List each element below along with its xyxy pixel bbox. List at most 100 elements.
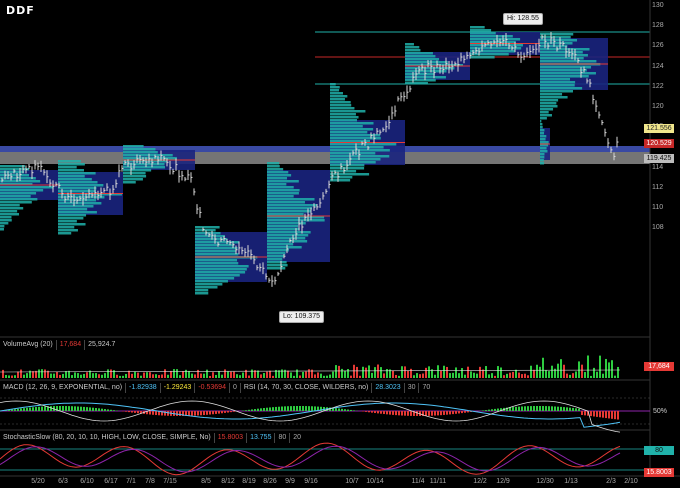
macd-histogram-bar: [365, 411, 367, 412]
profile-row: [540, 72, 596, 75]
profile-row: [540, 120, 542, 123]
profile-row: [540, 138, 546, 141]
macd-histogram-bar: [533, 406, 535, 411]
macd-histogram-bar: [14, 409, 16, 411]
profile-row: [540, 156, 545, 159]
macd-histogram-bar: [23, 408, 25, 411]
volume-bar: [107, 369, 109, 378]
profile-row: [540, 93, 563, 96]
profile-row: [330, 98, 345, 101]
profile-row: [540, 129, 545, 132]
macd-histogram-bar: [104, 409, 106, 411]
profile-row: [0, 198, 38, 201]
volume-bar: [428, 366, 430, 378]
volume-header[interactable]: VolumeAvg (20) 17,684 25,924.7: [0, 339, 118, 350]
profile-row: [540, 51, 583, 54]
profile-row: [405, 61, 448, 64]
profile-row: [58, 214, 87, 217]
volume-bar: [452, 372, 454, 378]
volume-bar: [491, 373, 493, 378]
price-chart[interactable]: [0, 0, 680, 488]
volume-study-name[interactable]: VolumeAvg (20): [0, 340, 56, 350]
profile-row: [123, 148, 156, 151]
volume-bar: [8, 375, 10, 378]
profile-row: [267, 234, 309, 237]
volume-bar: [572, 373, 574, 378]
volume-bar: [221, 374, 223, 378]
profile-row: [267, 183, 287, 186]
profile-row: [267, 207, 313, 210]
volume-bar: [386, 369, 388, 378]
volume-bar: [575, 371, 577, 378]
volume-bar: [83, 373, 85, 378]
macd-histogram-bar: [458, 411, 460, 414]
profile-row: [540, 105, 558, 108]
profile-row: [195, 259, 238, 262]
stochastic-study-name[interactable]: StochasticSlow (80, 20, 10, 10, HIGH, LO…: [0, 433, 214, 443]
rsi-study-name[interactable]: RSI (14, 70, 30, CLOSE, WILDERS, no): [239, 382, 372, 393]
macd-histogram-bar: [26, 407, 28, 411]
macd-study-name[interactable]: MACD (12, 26, 9, EXPONENTIAL, no): [0, 383, 125, 393]
macd-histogram-bar: [128, 411, 130, 413]
macd-histogram-bar: [377, 411, 379, 414]
volume-bar: [134, 371, 136, 378]
volume-bar: [230, 371, 232, 378]
profile-row: [267, 195, 294, 198]
macd-diff: -0.53694: [194, 382, 229, 393]
stochastic-header[interactable]: StochasticSlow (80, 20, 10, 10, HIGH, LO…: [0, 432, 304, 443]
profile-row: [470, 26, 485, 29]
volume-avg-value: 25,924.7: [84, 339, 118, 350]
macd-header[interactable]: MACD (12, 26, 9, EXPONENTIAL, no) -1.829…: [0, 382, 433, 393]
volume-bar: [605, 358, 607, 378]
profile-row: [267, 174, 292, 177]
profile-row: [123, 175, 147, 178]
profile-row: [267, 237, 306, 240]
profile-row: [540, 108, 554, 111]
profile-row: [405, 73, 435, 76]
macd-histogram-bar: [581, 411, 583, 415]
volume-bar: [455, 367, 457, 378]
macd-histogram-bar: [557, 406, 559, 411]
profile-row: [58, 205, 94, 208]
volume-bar: [239, 375, 241, 378]
volume-bar: [485, 366, 487, 378]
volume-bar: [149, 372, 151, 378]
macd-histogram-bar: [383, 411, 385, 415]
price-tick-label: 126: [652, 42, 664, 50]
volume-bar: [263, 373, 265, 378]
volume-bar: [350, 375, 352, 378]
macd-histogram-bar: [227, 411, 229, 413]
profile-row: [58, 226, 75, 229]
volume-bar: [341, 368, 343, 378]
high-callout: Hi: 128.55: [503, 13, 543, 25]
macd-histogram-bar: [590, 411, 592, 417]
macd-histogram-bar: [350, 409, 352, 411]
macd-50-label: 50%: [653, 408, 668, 415]
profile-row: [0, 219, 12, 222]
profile-row: [405, 82, 428, 85]
macd-histogram-bar: [593, 411, 595, 417]
macd-histogram-bar: [605, 411, 607, 419]
volume-bar: [38, 369, 40, 378]
volume-bar: [611, 360, 613, 378]
macd-histogram-bar: [230, 411, 232, 413]
profile-row: [405, 58, 440, 61]
volume-bar: [44, 369, 46, 378]
volume-bar: [122, 375, 124, 378]
volume-bar: [602, 373, 604, 378]
volume-bar: [119, 375, 121, 378]
volume-bar: [383, 373, 385, 378]
macd-histogram-bar: [371, 411, 373, 413]
profile-row: [330, 95, 348, 98]
profile-row: [267, 264, 288, 267]
date-tick-label: 5/20: [31, 478, 45, 485]
value-band-gray: [0, 152, 650, 164]
profile-row: [540, 57, 584, 60]
volume-bar: [281, 369, 283, 378]
volume-bar: [206, 369, 208, 378]
macd-histogram-bar: [281, 406, 283, 411]
macd-histogram-bar: [344, 409, 346, 411]
volume-bar: [614, 375, 616, 378]
macd-histogram-bar: [566, 407, 568, 411]
macd-histogram-bar: [32, 407, 34, 411]
